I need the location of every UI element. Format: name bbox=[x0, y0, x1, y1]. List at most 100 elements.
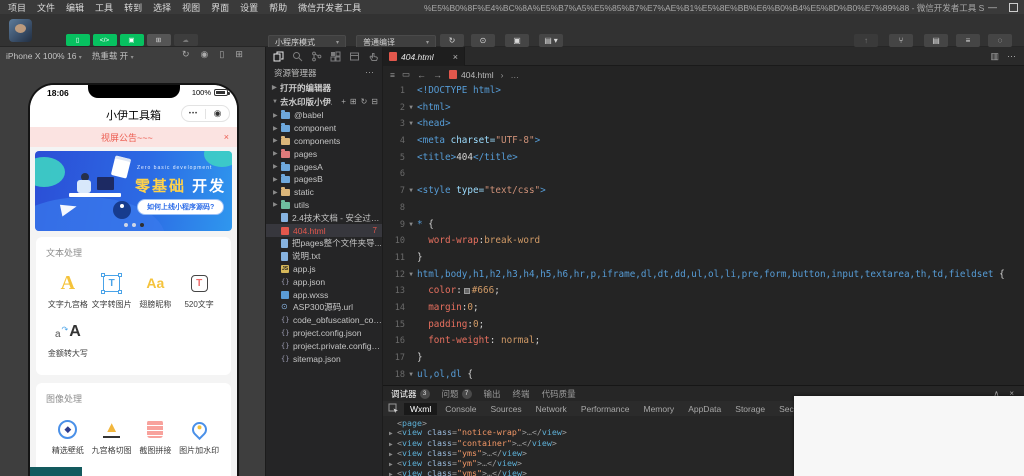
code-line-3[interactable]: 3▼<head> bbox=[383, 116, 1024, 133]
tree-item-project.config.json[interactable]: {}project.config.json bbox=[266, 327, 382, 340]
menu-item-0[interactable]: 项目 bbox=[8, 1, 26, 14]
package-icon[interactable] bbox=[349, 51, 360, 62]
tool-九宫格切图[interactable]: ▲九宫格切图 bbox=[90, 417, 134, 456]
fold-icon[interactable]: ▼ bbox=[405, 100, 417, 117]
menu-item-7[interactable]: 界面 bbox=[211, 1, 229, 14]
tree-item-component[interactable]: ▶component bbox=[266, 122, 382, 135]
code-line-10[interactable]: 10 word-wrap:break-word bbox=[383, 233, 1024, 250]
multi-window-icon[interactable]: ⊞ bbox=[235, 49, 243, 60]
capsule-close-button[interactable]: ◉ bbox=[206, 106, 229, 121]
tree-item-app.json[interactable]: {}app.json bbox=[266, 275, 382, 288]
tool-文字九宫格[interactable]: A文字九宫格 bbox=[46, 271, 90, 310]
code-line-1[interactable]: 1<!DOCTYPE html> bbox=[383, 83, 1024, 100]
tree-item-sitemap.json[interactable]: {}sitemap.json bbox=[266, 352, 382, 365]
rotate-icon[interactable]: ↻ bbox=[182, 49, 190, 60]
record-icon[interactable]: ◉ bbox=[201, 49, 209, 60]
tree-item-pages[interactable]: ▶pages bbox=[266, 147, 382, 160]
new-file-icon[interactable]: + bbox=[341, 97, 346, 106]
hand-icon[interactable] bbox=[368, 51, 379, 62]
outline-icon[interactable]: ≡ bbox=[390, 70, 395, 80]
chevron-right-icon[interactable]: ▶ bbox=[389, 450, 397, 459]
close-tab-icon[interactable]: × bbox=[453, 52, 458, 62]
tree-item-app.wxss[interactable]: app.wxss bbox=[266, 288, 382, 301]
tree-item-404.html[interactable]: 404.html7 bbox=[266, 224, 382, 237]
code-editor[interactable]: 1<!DOCTYPE html>2▼<html>3▼<head>4<meta c… bbox=[383, 83, 1024, 385]
debugger-tab-调试器[interactable]: 调试器3 bbox=[391, 388, 430, 400]
tool-精选壁纸[interactable]: ◆精选壁纸 bbox=[46, 417, 90, 456]
devtools-tab-Performance[interactable]: Performance bbox=[575, 403, 636, 415]
fold-icon[interactable]: ▼ bbox=[405, 267, 417, 284]
code-line-17[interactable]: 17} bbox=[383, 350, 1024, 367]
source-control-icon[interactable] bbox=[311, 51, 322, 62]
menu-item-1[interactable]: 文件 bbox=[37, 1, 55, 14]
banner-carousel[interactable]: Zero basic development 零基础 开发 如何上线小程序源码? bbox=[35, 151, 232, 231]
forward-icon[interactable]: → bbox=[433, 70, 442, 80]
tree-item-static[interactable]: ▶static bbox=[266, 186, 382, 199]
code-line-5[interactable]: 5<title>404</title> bbox=[383, 150, 1024, 167]
tool-文字转图片[interactable]: T文字转图片 bbox=[90, 271, 134, 310]
extensions-icon[interactable] bbox=[330, 51, 341, 62]
menu-item-10[interactable]: 微信开发者工具 bbox=[298, 1, 361, 14]
breadcrumb-more[interactable]: … bbox=[510, 70, 519, 80]
more-actions-icon[interactable]: ⋯ bbox=[1007, 51, 1016, 62]
code-line-6[interactable]: 6 bbox=[383, 166, 1024, 183]
menu-item-5[interactable]: 选择 bbox=[153, 1, 171, 14]
code-line-12[interactable]: 12▼html,body,h1,h2,h3,h4,h5,h6,hr,p,ifra… bbox=[383, 267, 1024, 284]
fold-icon[interactable]: ▼ bbox=[405, 183, 417, 200]
inspect-element-icon[interactable] bbox=[388, 403, 399, 414]
notice-close-icon[interactable]: × bbox=[224, 132, 229, 142]
carousel-dot-1[interactable] bbox=[132, 223, 136, 227]
files-icon[interactable] bbox=[273, 51, 284, 62]
devtools-tab-AppData[interactable]: AppData bbox=[682, 403, 727, 415]
restore-window-icon[interactable] bbox=[1009, 3, 1018, 12]
chevron-right-icon[interactable]: ▶ bbox=[389, 440, 397, 449]
menu-item-8[interactable]: 设置 bbox=[240, 1, 258, 14]
tree-item-2.4技术文档 - 安全过滤...[interactable]: 2.4技术文档 - 安全过滤... bbox=[266, 211, 382, 224]
tool-翅膀昵称[interactable]: Aa翅膀昵称 bbox=[134, 271, 178, 310]
project-root-row[interactable]: ▼ 去水印版小伊... + ⊞ ↻ ⊟ bbox=[266, 95, 382, 108]
collapse-all-icon[interactable]: ⊟ bbox=[371, 97, 378, 106]
menu-item-9[interactable]: 帮助 bbox=[269, 1, 287, 14]
explorer-more-icon[interactable]: ⋯ bbox=[365, 67, 374, 78]
tree-item-ASP300源码.url[interactable]: ⊙ASP300源码.url bbox=[266, 301, 382, 314]
code-line-16[interactable]: 16 font-weight: normal; bbox=[383, 333, 1024, 350]
avatar[interactable] bbox=[9, 19, 32, 42]
fold-icon[interactable]: ▼ bbox=[405, 217, 417, 234]
code-line-9[interactable]: 9▼* { bbox=[383, 217, 1024, 234]
code-line-11[interactable]: 11} bbox=[383, 250, 1024, 267]
chevron-right-icon[interactable]: ▶ bbox=[389, 470, 397, 476]
code-line-15[interactable]: 15 padding:0; bbox=[383, 317, 1024, 334]
debugger-tab-代码质量[interactable]: 代码质量 bbox=[542, 388, 576, 400]
menu-item-6[interactable]: 视图 bbox=[182, 1, 200, 14]
carousel-dot-2[interactable] bbox=[140, 223, 144, 227]
code-line-14[interactable]: 14 margin:0; bbox=[383, 300, 1024, 317]
chevron-right-icon[interactable]: ▶ bbox=[389, 460, 397, 469]
minimize-button[interactable]: — bbox=[988, 1, 997, 13]
code-line-7[interactable]: 7▼<style type="text/css"> bbox=[383, 183, 1024, 200]
debugger-tab-问题[interactable]: 问题7 bbox=[442, 388, 472, 400]
tool-520文字[interactable]: T520文字 bbox=[177, 271, 221, 310]
back-icon[interactable]: ← bbox=[417, 70, 426, 80]
menu-item-3[interactable]: 工具 bbox=[95, 1, 113, 14]
menu-item-4[interactable]: 转到 bbox=[124, 1, 142, 14]
tree-item-pagesA[interactable]: ▶pagesA bbox=[266, 160, 382, 173]
search-icon[interactable] bbox=[292, 51, 303, 62]
devtools-tab-Console[interactable]: Console bbox=[439, 403, 482, 415]
code-line-2[interactable]: 2▼<html> bbox=[383, 100, 1024, 117]
carousel-dot-0[interactable] bbox=[124, 223, 128, 227]
phone-simulator[interactable]: 18:06 100% 小伊工具箱 ••• ◉ 视屏公告~~~ × bbox=[30, 85, 237, 476]
tree-item-utils[interactable]: ▶utils bbox=[266, 199, 382, 212]
new-folder-icon[interactable]: ⊞ bbox=[350, 97, 357, 106]
tool-截图拼接[interactable]: 截图拼接 bbox=[134, 417, 178, 456]
devtools-tab-Memory[interactable]: Memory bbox=[637, 403, 680, 415]
tree-item-把pages整个文件夹导...[interactable]: 把pages整个文件夹导... bbox=[266, 237, 382, 250]
open-editors-section[interactable]: ▶ 打开的编辑器 bbox=[266, 81, 382, 94]
tree-item-pagesB[interactable]: ▶pagesB bbox=[266, 173, 382, 186]
capsule-more-button[interactable]: ••• bbox=[182, 111, 205, 117]
debugger-tab-终端[interactable]: 终端 bbox=[513, 388, 530, 400]
devtools-tab-Wxml[interactable]: Wxml bbox=[404, 403, 437, 415]
tree-item-说明.txt[interactable]: 说明.txt bbox=[266, 250, 382, 263]
code-line-18[interactable]: 18▼ul,ol,dl { bbox=[383, 367, 1024, 384]
refresh-icon[interactable]: ↻ bbox=[361, 97, 368, 106]
debugger-tab-输出[interactable]: 输出 bbox=[484, 388, 501, 400]
